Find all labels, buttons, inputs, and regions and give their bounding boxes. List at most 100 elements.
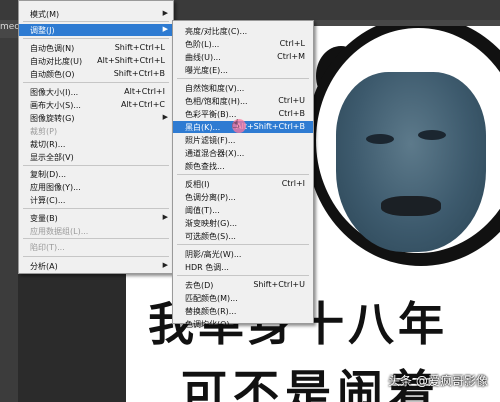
image-menu-item-label: 复制(D)...	[30, 170, 67, 179]
image-menu-item[interactable]: 显示全部(V)	[19, 151, 173, 163]
adjustments-submenu-item-label: 亮度/对比度(C)...	[185, 27, 248, 36]
adjustments-submenu-item[interactable]: 颜色查找...	[173, 160, 313, 172]
image-menu-item-shortcut: Shift+Ctrl+B	[113, 69, 165, 78]
adjustments-submenu-item[interactable]: 通道混合器(X)...	[173, 147, 313, 159]
adjustments-submenu: 亮度/对比度(C)... 色阶(L)... Ctrl+L 曲线(U)... Ctrl+M…	[172, 20, 314, 329]
image-menu-item: 应用数据组(L)...	[19, 225, 173, 237]
adjustments-submenu-item-label: 曝光度(E)...	[185, 66, 228, 75]
adjustments-submenu-item[interactable]: 反相(I) Ctrl+I	[173, 178, 313, 190]
face-photo	[336, 72, 486, 252]
adjustments-submenu-item[interactable]: 阴影/高光(W)...	[173, 248, 313, 260]
menu-separator	[23, 256, 169, 257]
image-menu-item-shortcut: Alt+Ctrl+I	[124, 87, 165, 96]
image-menu-item-label: 自动对比度(U)	[30, 57, 83, 66]
menu-separator	[177, 275, 309, 276]
image-menu-item[interactable]: 图像大小(I)... Alt+Ctrl+I	[19, 86, 173, 98]
image-menu-item-label: 分析(A)	[30, 262, 58, 271]
image-menu-item[interactable]: 模式(M) ▶	[19, 8, 173, 20]
face-eye-left	[366, 134, 394, 144]
adjustments-submenu-item-label: 替换颜色(R)...	[185, 307, 237, 316]
image-menu-item-shortcut: Alt+Shift+Ctrl+L	[97, 56, 165, 65]
adjustments-submenu-item-label: 渐变映射(G)...	[185, 219, 238, 228]
adjustments-submenu-item[interactable]: 色相/饱和度(H)... Ctrl+U	[173, 95, 313, 107]
adjustments-submenu-item[interactable]: 照片滤镜(F)...	[173, 134, 313, 146]
image-menu-item-shortcut: Shift+Ctrl+L	[114, 43, 165, 52]
adjustments-submenu-item[interactable]: 阈值(T)...	[173, 204, 313, 216]
submenu-arrow-icon: ▶	[162, 113, 168, 121]
image-menu-item[interactable]: 复制(D)...	[19, 168, 173, 180]
adjustments-submenu-item-label: 曲线(U)...	[185, 53, 221, 62]
menu-separator	[177, 244, 309, 245]
adjustments-submenu-item[interactable]: 渐变映射(G)...	[173, 217, 313, 229]
image-menu-item[interactable]: 调整(J) ▶	[19, 24, 173, 36]
tools-panel	[0, 38, 18, 402]
adjustments-submenu-item[interactable]: 色调分离(P)...	[173, 191, 313, 203]
adjustments-submenu-item-shortcut: Ctrl+M	[277, 52, 305, 61]
image-menu-item[interactable]: 计算(C)...	[19, 194, 173, 206]
adjustments-submenu-item-label: 色彩平衡(B)...	[185, 110, 237, 119]
submenu-arrow-icon: ▶	[162, 25, 168, 33]
adjustments-submenu-item-label: 颜色查找...	[185, 162, 225, 171]
image-menu-item-label: 裁切(R)...	[30, 140, 66, 149]
image-menu-item-label: 应用图像(Y)...	[30, 183, 81, 192]
menu-separator	[23, 165, 169, 166]
adjustments-submenu-item-label: 色调分离(P)...	[185, 193, 236, 202]
adjustments-submenu-item[interactable]: 匹配颜色(M)...	[173, 292, 313, 304]
image-menu-item-label: 计算(C)...	[30, 196, 66, 205]
image-menu-item[interactable]: 自动对比度(U) Alt+Shift+Ctrl+L	[19, 55, 173, 67]
adjustments-submenu-item[interactable]: 曲线(U)... Ctrl+M	[173, 51, 313, 63]
menu-separator	[23, 38, 169, 39]
adjustments-submenu-item-label: 色相/饱和度(H)...	[185, 97, 248, 106]
menu-separator	[177, 174, 309, 175]
adjustments-submenu-item[interactable]: 自然饱和度(V)...	[173, 82, 313, 94]
image-menu-item: 陷印(T)...	[19, 241, 173, 253]
adjustments-submenu-item-label: 反相(I)	[185, 180, 210, 189]
submenu-arrow-icon: ▶	[162, 9, 168, 17]
adjustments-submenu-item-shortcut: Ctrl+U	[278, 96, 305, 105]
adjustments-submenu-item[interactable]: 色调均化(Q)	[173, 318, 313, 330]
image-menu-item-label: 显示全部(V)	[30, 153, 74, 162]
image-menu-item[interactable]: 自动颜色(O) Shift+Ctrl+B	[19, 68, 173, 80]
image-menu-item-label: 图像大小(I)...	[30, 88, 79, 97]
adjustments-submenu-item-shortcut: Ctrl+L	[279, 39, 305, 48]
image-menu-item[interactable]: 图像旋转(G) ▶	[19, 112, 173, 124]
image-menu-item[interactable]: 应用图像(Y)...	[19, 181, 173, 193]
image-menu-item[interactable]: 分析(A) ▶	[19, 260, 173, 272]
adjustments-submenu-item[interactable]: 色阶(L)... Ctrl+L	[173, 38, 313, 50]
adjustments-submenu-item-label: 去色(D)	[185, 281, 214, 290]
adjustments-submenu-item[interactable]: HDR 色调...	[173, 261, 313, 273]
adjustments-submenu-item[interactable]: 曝光度(E)...	[173, 64, 313, 76]
adjustments-submenu-item[interactable]: 替换颜色(R)...	[173, 305, 313, 317]
adjustments-submenu-item[interactable]: 色彩平衡(B)... Ctrl+B	[173, 108, 313, 120]
adjustments-submenu-item-label: 阴影/高光(W)...	[185, 250, 242, 259]
image-menu-item[interactable]: 自动色调(N) Shift+Ctrl+L	[19, 42, 173, 54]
adjustments-submenu-item-label: HDR 色调...	[185, 263, 229, 272]
image-menu-item-label: 变量(B)	[30, 214, 58, 223]
hand-cursor-icon: ☝	[232, 117, 240, 131]
watermark-text: 头条 @爱疯哥影像	[388, 374, 488, 388]
adjustments-submenu-item-shortcut: Alt+Shift+Ctrl+B	[236, 122, 305, 131]
image-menu-item: 裁剪(P)	[19, 125, 173, 137]
adjustments-submenu-item-shortcut: Ctrl+B	[278, 109, 305, 118]
image-menu-item-label: 陷印(T)...	[30, 243, 65, 252]
image-menu-item-label: 画布大小(S)...	[30, 101, 81, 110]
adjustments-submenu-item[interactable]: 可选颜色(S)...	[173, 230, 313, 242]
adjustments-submenu-item[interactable]: 去色(D) Shift+Ctrl+U	[173, 279, 313, 291]
image-menu-item[interactable]: 变量(B) ▶	[19, 212, 173, 224]
adjustments-submenu-item-label: 黑白(K)...	[185, 123, 221, 132]
image-menu-item[interactable]: 裁切(R)...	[19, 138, 173, 150]
menu-separator	[23, 238, 169, 239]
image-menu-item-label: 调整(J)	[30, 26, 55, 35]
adjustments-submenu-item-label: 色调均化(Q)	[185, 320, 230, 329]
face-eye-right	[418, 130, 446, 140]
menu-separator	[23, 82, 169, 83]
adjustments-submenu-item[interactable]: 亮度/对比度(C)...	[173, 25, 313, 37]
submenu-arrow-icon: ▶	[162, 261, 168, 269]
image-menu-item[interactable]: 画布大小(S)... Alt+Ctrl+C	[19, 99, 173, 111]
menu-separator	[23, 21, 169, 22]
menu-separator	[177, 78, 309, 79]
image-menu-item-label: 裁剪(P)	[30, 127, 58, 136]
image-menu: 模式(M) ▶ 调整(J) ▶ 自动色调(N) Shift+Ctrl+L 自动对比度(U) A…	[18, 0, 174, 274]
face-mouth	[381, 196, 441, 216]
image-menu-item-label: 图像旋转(G)	[30, 114, 75, 123]
